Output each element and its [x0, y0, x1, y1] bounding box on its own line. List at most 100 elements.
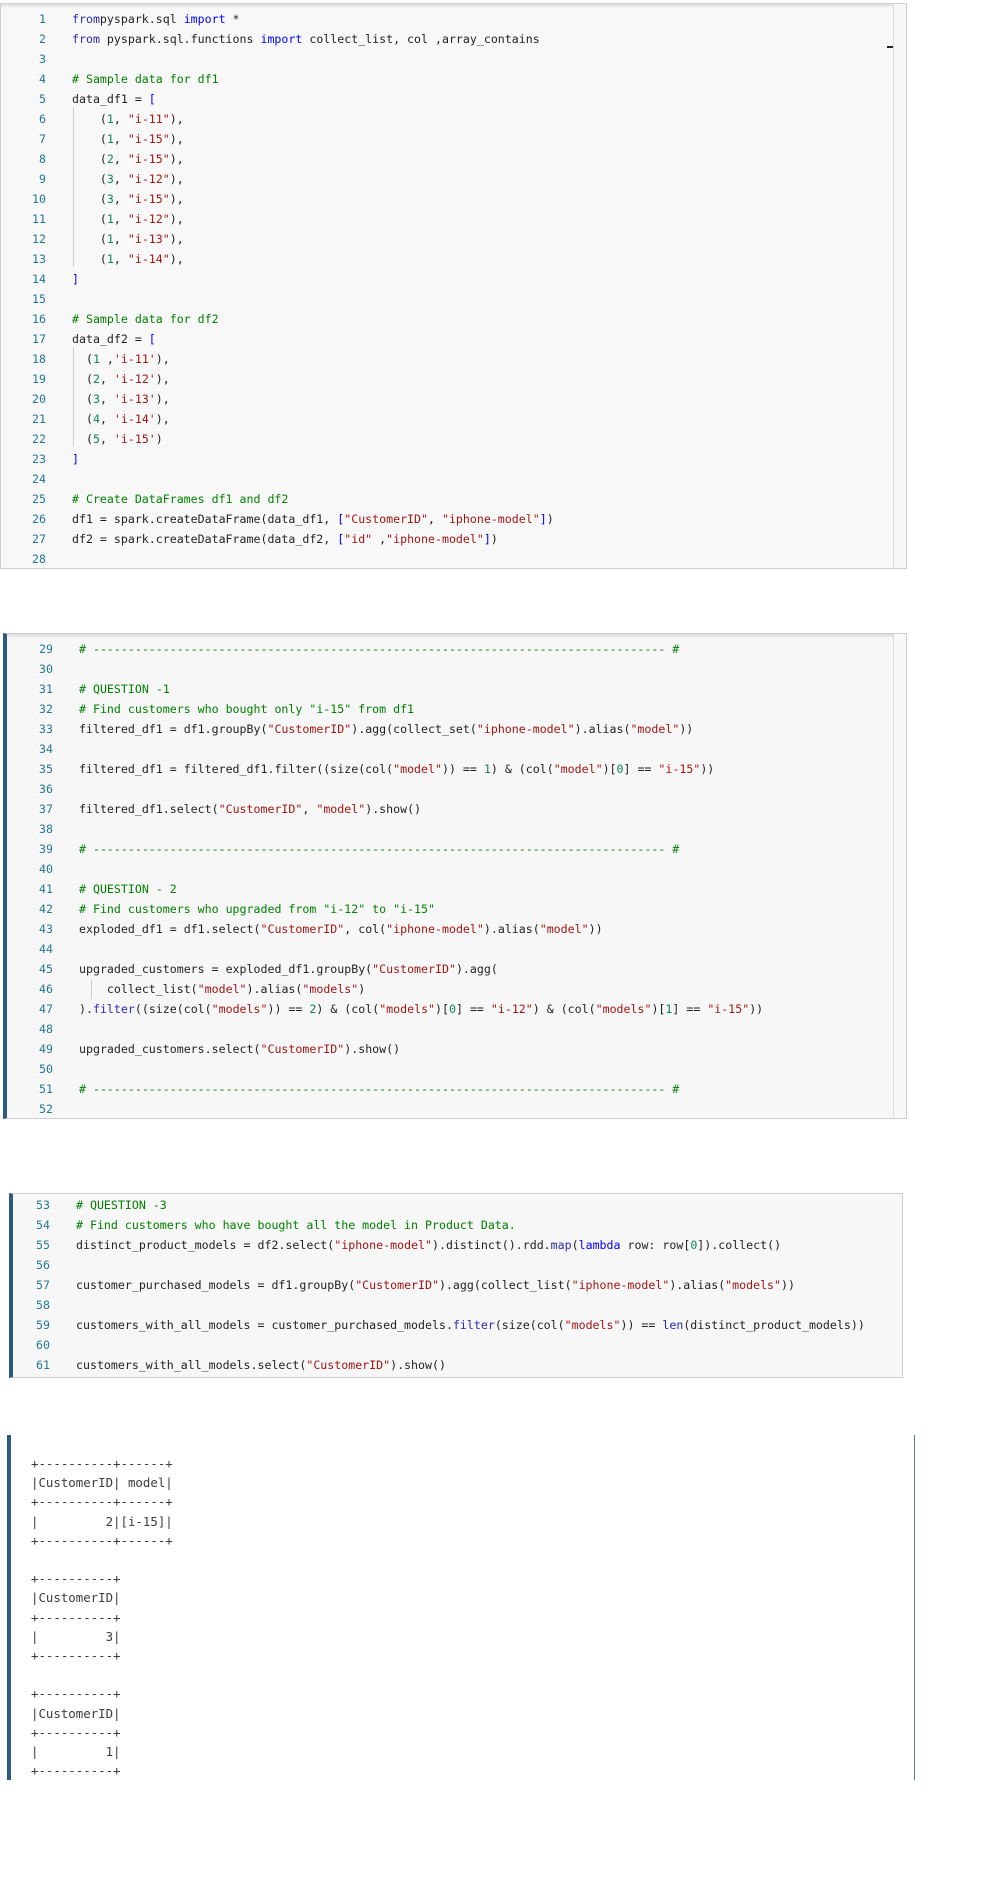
code-line[interactable]: 37 filtered_df1.select("CustomerID", "mod…	[7, 799, 906, 819]
code-line[interactable]: 56	[13, 1255, 902, 1275]
code-line[interactable]: 47).filter((size(col("models")) == 2) & …	[7, 999, 906, 1019]
code-line[interactable]: 61 customers_with_all_models.select("Cust…	[13, 1355, 902, 1375]
code-line[interactable]: 32 # Find customers who bought only "i-15…	[7, 699, 906, 719]
code-text[interactable]: (2, "i-15"),	[72, 149, 184, 169]
code-line[interactable]: 57 customer_purchased_models = df1.groupB…	[13, 1275, 902, 1295]
code-line[interactable]: 14]	[1, 269, 906, 289]
code-text[interactable]: df2 = spark.createDataFrame(data_df2, ["…	[72, 529, 498, 549]
code-line[interactable]: 34	[7, 739, 906, 759]
code-line[interactable]: 46 collect_list("model").alias("models")	[7, 979, 906, 999]
code-text[interactable]: data_df1 = [	[72, 89, 156, 109]
code-line[interactable]: 44	[7, 939, 906, 959]
code-line[interactable]: 1 frompyspark.sql import *	[1, 9, 906, 29]
code-line[interactable]: 53 # QUESTION -3	[13, 1195, 902, 1215]
code-text[interactable]: (1, "i-11"),	[72, 109, 184, 129]
code-line[interactable]: 24	[1, 469, 906, 489]
code-line[interactable]: 25 # Create DataFrames df1 and df2	[1, 489, 906, 509]
code-line[interactable]: 26 df1 = spark.createDataFrame(data_df1, …	[1, 509, 906, 529]
code-line[interactable]: 23]	[1, 449, 906, 469]
code-line[interactable]: 7 (1, "i-15"),	[1, 129, 906, 149]
code-text[interactable]: (3, 'i-13'),	[72, 389, 170, 409]
code-text[interactable]: ).filter((size(col("models")) == 2) & (c…	[79, 999, 763, 1019]
code-text[interactable]: # QUESTION -3	[76, 1195, 167, 1215]
code-text[interactable]: distinct_product_models = df2.select("ip…	[76, 1235, 781, 1255]
code-line[interactable]: 17 data_df2 = [	[1, 329, 906, 349]
code-line[interactable]: 49 upgraded_customers.select("CustomerID"…	[7, 1039, 906, 1059]
cell-1-scrollbar[interactable]	[893, 4, 906, 568]
code-text[interactable]: # QUESTION - 2	[79, 879, 177, 899]
code-line[interactable]: 50	[7, 1059, 906, 1079]
code-text[interactable]: (2, 'i-12'),	[72, 369, 170, 389]
code-line[interactable]: 51 # ------------------------------------…	[7, 1079, 906, 1099]
code-line[interactable]: 13 (1, "i-14"),	[1, 249, 906, 269]
code-line[interactable]: 2 from pyspark.sql.functions import colle…	[1, 29, 906, 49]
code-text[interactable]: # Find customers who have bought all the…	[76, 1215, 516, 1235]
code-line[interactable]: 16 # Sample data for df2	[1, 309, 906, 329]
code-text[interactable]: # QUESTION -1	[79, 679, 170, 699]
code-text[interactable]: from pyspark.sql.functions import collec…	[72, 29, 540, 49]
code-line[interactable]: 9 (3, "i-12"),	[1, 169, 906, 189]
code-line[interactable]: 29 # ------------------------------------…	[7, 639, 906, 659]
code-cell-1[interactable]: 1 frompyspark.sql import * 2 from pyspark.s…	[0, 3, 907, 569]
code-text[interactable]: upgraded_customers = exploded_df1.groupB…	[79, 959, 498, 979]
code-line[interactable]: 35 filtered_df1 = filtered_df1.filter((si…	[7, 759, 906, 779]
code-line[interactable]: 27 df2 = spark.createDataFrame(data_df2, …	[1, 529, 906, 549]
code-line[interactable]: 59 customers_with_all_models = customer_p…	[13, 1315, 902, 1335]
code-line[interactable]: 36	[7, 779, 906, 799]
code-text[interactable]: (1, "i-13"),	[72, 229, 184, 249]
code-text[interactable]: frompyspark.sql import *	[72, 9, 240, 29]
code-text[interactable]: (3, "i-12"),	[72, 169, 184, 189]
code-text[interactable]: (3, "i-15"),	[72, 189, 184, 209]
code-line[interactable]: 42 # Find customers who upgraded from "i-…	[7, 899, 906, 919]
code-text[interactable]: (4, 'i-14'),	[72, 409, 170, 429]
code-text[interactable]: ]	[72, 449, 79, 469]
code-text[interactable]: exploded_df1 = df1.select("CustomerID", …	[79, 919, 603, 939]
code-text[interactable]: filtered_df1 = df1.groupBy("CustomerID")…	[79, 719, 693, 739]
code-line[interactable]: 55 distinct_product_models = df2.select("…	[13, 1235, 902, 1255]
code-text[interactable]: # --------------------------------------…	[79, 1079, 679, 1099]
code-line[interactable]: 33 filtered_df1 = df1.groupBy("CustomerID…	[7, 719, 906, 739]
code-line[interactable]: 12 (1, "i-13"),	[1, 229, 906, 249]
code-line[interactable]: 40	[7, 859, 906, 879]
code-line[interactable]: 28	[1, 549, 906, 568]
code-line[interactable]: 4 # Sample data for df1	[1, 69, 906, 89]
code-text[interactable]: # Sample data for df2	[72, 309, 219, 329]
code-line[interactable]: 60	[13, 1335, 902, 1355]
code-text[interactable]: # Find customers who bought only "i-15" …	[79, 699, 414, 719]
code-text[interactable]: # Create DataFrames df1 and df2	[72, 489, 288, 509]
code-text[interactable]: upgraded_customers.select("CustomerID").…	[79, 1039, 400, 1059]
code-line[interactable]: 45 upgraded_customers = exploded_df1.grou…	[7, 959, 906, 979]
code-line[interactable]: 11 (1, "i-12"),	[1, 209, 906, 229]
code-text[interactable]: # --------------------------------------…	[79, 639, 679, 659]
code-text[interactable]: # Find customers who upgraded from "i-12…	[79, 899, 435, 919]
code-text[interactable]: (1, "i-14"),	[72, 249, 184, 269]
code-line[interactable]: 10 (3, "i-15"),	[1, 189, 906, 209]
code-line[interactable]: 41 # QUESTION - 2	[7, 879, 906, 899]
code-text[interactable]: # Sample data for df1	[72, 69, 219, 89]
code-line[interactable]: 22 (5, 'i-15')	[1, 429, 906, 449]
code-text[interactable]: customers_with_all_models.select("Custom…	[76, 1355, 446, 1375]
code-line[interactable]: 8 (2, "i-15"),	[1, 149, 906, 169]
code-cell-2[interactable]: 29 # ------------------------------------…	[3, 633, 907, 1119]
code-line[interactable]: 48	[7, 1019, 906, 1039]
code-line[interactable]: 54 # Find customers who have bought all t…	[13, 1215, 902, 1235]
code-cell-3[interactable]: 53 # QUESTION -3 54 # Find customers who ha…	[9, 1193, 903, 1378]
code-line[interactable]: 6 (1, "i-11"),	[1, 109, 906, 129]
code-line[interactable]: 30	[7, 659, 906, 679]
code-line[interactable]: 58	[13, 1295, 902, 1315]
code-line[interactable]: 19 (2, 'i-12'),	[1, 369, 906, 389]
code-text[interactable]: df1 = spark.createDataFrame(data_df1, ["…	[72, 509, 554, 529]
code-line[interactable]: 52	[7, 1099, 906, 1118]
code-text[interactable]: data_df2 = [	[72, 329, 156, 349]
code-line[interactable]: 43 exploded_df1 = df1.select("CustomerID"…	[7, 919, 906, 939]
code-line[interactable]: 18 (1 ,'i-11'),	[1, 349, 906, 369]
code-text[interactable]: collect_list("model").alias("models")	[79, 979, 365, 999]
code-line[interactable]: 3	[1, 49, 906, 69]
code-text[interactable]: ]	[72, 269, 79, 289]
code-text[interactable]: (1, "i-12"),	[72, 209, 184, 229]
code-line[interactable]: 39 # ------------------------------------…	[7, 839, 906, 859]
code-text[interactable]: # --------------------------------------…	[79, 839, 679, 859]
code-line[interactable]: 15	[1, 289, 906, 309]
code-line[interactable]: 20 (3, 'i-13'),	[1, 389, 906, 409]
code-line[interactable]: 31 # QUESTION -1	[7, 679, 906, 699]
